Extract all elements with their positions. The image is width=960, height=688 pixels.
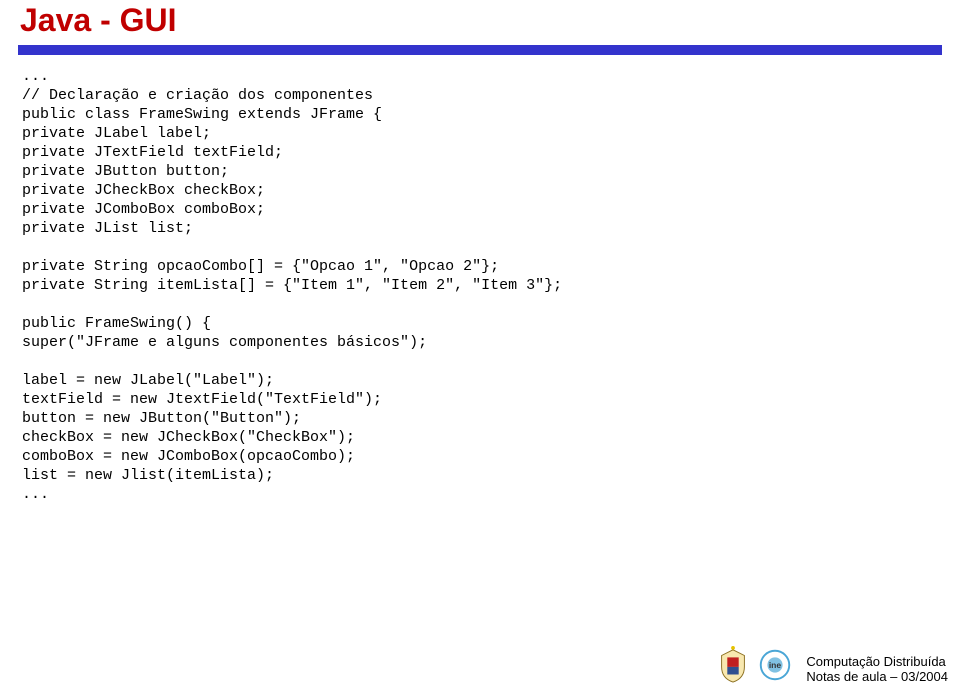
code-line: private JList list; [22, 220, 193, 237]
code-line: // Declaração e criação dos componentes [22, 87, 373, 104]
footer-text: Computação Distribuída Notas de aula – 0… [806, 654, 948, 684]
code-line: private JLabel label; [22, 125, 211, 142]
code-line: label = new JLabel("Label"); [22, 372, 274, 389]
code-line: private JCheckBox checkBox; [22, 182, 265, 199]
code-line: public FrameSwing() { [22, 315, 211, 332]
ine-logo-icon: ine [756, 646, 794, 684]
code-line: private String itemLista[] = {"Item 1", … [22, 277, 562, 294]
footer-logos: ine [714, 646, 798, 684]
coat-of-arms-icon [714, 646, 752, 684]
footer: ine Computação Distribuída Notas de aula… [714, 646, 948, 684]
code-line: public class FrameSwing extends JFrame { [22, 106, 382, 123]
code-line: ... [22, 486, 49, 503]
code-line: private String opcaoCombo[] = {"Opcao 1"… [22, 258, 499, 275]
code-line: super("JFrame e alguns componentes básic… [22, 334, 427, 351]
header-bar [18, 45, 942, 55]
page-title: Java - GUI [20, 0, 940, 39]
code-line: list = new Jlist(itemLista); [22, 467, 274, 484]
code-line: textField = new JtextField("TextField"); [22, 391, 382, 408]
code-line: checkBox = new JCheckBox("CheckBox"); [22, 429, 355, 446]
code-line: private JTextField textField; [22, 144, 283, 161]
code-line: comboBox = new JComboBox(opcaoCombo); [22, 448, 355, 465]
code-line: private JComboBox comboBox; [22, 201, 265, 218]
code-line: private JButton button; [22, 163, 229, 180]
footer-line1: Computação Distribuída [806, 654, 948, 669]
svg-text:ine: ine [769, 660, 782, 670]
code-block: ... // Declaração e criação dos componen… [0, 55, 960, 504]
code-line: ... [22, 68, 49, 85]
code-line: button = new JButton("Button"); [22, 410, 301, 427]
footer-line2: Notas de aula – 03/2004 [806, 669, 948, 684]
